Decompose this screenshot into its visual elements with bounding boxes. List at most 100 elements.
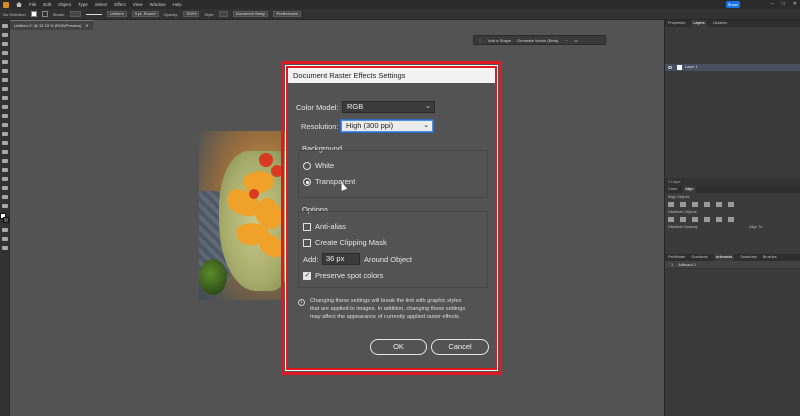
anti-alias-label[interactable]: Anti-alias [315,222,346,231]
clipping-mask-checkbox[interactable] [303,239,311,247]
menu-effect[interactable]: Effect [114,0,125,9]
tab-color[interactable]: Color [668,186,677,193]
distribute-vcenter-icon[interactable] [680,217,686,222]
eyedropper-tool-icon[interactable] [1,168,8,172]
width-tool-icon[interactable] [1,141,8,145]
paintbrush-tool-icon[interactable] [1,96,8,100]
drag-handle-icon[interactable]: ⋮ [478,38,482,43]
cancel-button[interactable]: Cancel [431,339,489,355]
align-left-icon[interactable] [668,202,674,207]
minimize-icon[interactable]: – [771,0,774,9]
blend-tool-icon[interactable] [1,177,8,181]
close-tab-icon[interactable]: ✕ [85,21,88,30]
edit-toolbar-icon[interactable] [1,246,8,250]
chevron-down-icon: ⌄ [423,122,429,129]
tab-gradients[interactable]: Gradients [691,254,707,261]
pin-icon[interactable]: ▭ [574,38,578,43]
add-shape-button[interactable]: Add a Shape [488,38,511,43]
home-icon[interactable] [16,2,22,7]
align-vcenter-icon[interactable] [716,202,722,207]
stroke-icon[interactable] [3,217,9,223]
zoom-tool-icon[interactable] [1,204,8,208]
hand-tool-icon[interactable] [1,195,8,199]
screen-mode-icon[interactable] [1,237,8,241]
tab-swatches[interactable]: Swatches [740,254,756,261]
distribute-bottom-icon[interactable] [692,217,698,222]
stroke-weight-field[interactable] [70,11,81,17]
transparent-radio[interactable] [303,178,311,186]
preserve-spot-label[interactable]: Preserve spot colors [315,271,383,280]
tab-align[interactable]: Align [683,186,696,193]
close-icon[interactable]: ✕ [793,0,797,9]
distribute-right-icon[interactable] [728,217,734,222]
direct-selection-tool-icon[interactable] [1,33,8,37]
align-hcenter-icon[interactable] [680,202,686,207]
shape-builder-tool-icon[interactable] [1,159,8,163]
ok-button[interactable]: OK [370,339,427,355]
artwork-image[interactable] [199,131,293,300]
pen-tool-icon[interactable] [1,51,8,55]
scale-tool-icon[interactable] [1,132,8,136]
draw-mode-icon[interactable] [1,228,8,232]
curvature-tool-icon[interactable] [1,60,8,64]
menu-file[interactable]: File [29,0,36,9]
shaper-tool-icon[interactable] [1,105,8,109]
selection-tool-icon[interactable] [1,24,8,28]
variable-width-preview[interactable] [85,13,102,15]
line-tool-icon[interactable] [1,78,8,82]
menu-type[interactable]: Type [78,0,88,9]
menu-edit[interactable]: Edit [43,0,51,9]
distribute-top-icon[interactable] [668,217,674,222]
anti-alias-checkbox[interactable] [303,223,311,231]
menu-select[interactable]: Select [95,0,108,9]
document-setup-button[interactable]: Document Setup [232,11,269,17]
brush-select[interactable]: Uniform [106,11,127,17]
free-transform-tool-icon[interactable] [1,150,8,154]
more-options-icon[interactable]: ⋯ [564,38,568,43]
tab-properties[interactable]: Properties [668,20,685,27]
artboard-row[interactable]: 1 Artboard 1 [665,261,800,269]
info-line-1: Changing these settings will break the l… [310,298,462,304]
rectangle-tool-icon[interactable] [1,87,8,91]
style-select[interactable] [219,11,228,17]
menu-help[interactable]: Help [172,0,181,9]
add-amount-input[interactable]: 36 px [322,253,360,265]
type-tool-icon[interactable] [1,69,8,73]
menu-window[interactable]: Window [149,0,165,9]
tab-libraries[interactable]: Libraries [713,20,728,27]
align-top-icon[interactable] [704,202,710,207]
fill-stroke-control[interactable] [0,213,9,223]
maximize-icon[interactable]: □ [782,0,785,9]
document-tab[interactable]: Untitled-1* @ 33.33 % (RGB/Preview) ✕ [10,20,93,30]
tab-pathfinder[interactable]: Pathfinder [668,254,685,261]
menu-object[interactable]: Object [58,0,71,9]
resolution-select[interactable]: High (300 ppi) ⌄ [341,120,433,132]
opacity-field[interactable]: 100% [183,11,200,17]
align-right-icon[interactable] [692,202,698,207]
brush-size-select[interactable]: 5 pt. Round [131,11,159,17]
tab-brushes[interactable]: Brushes [763,254,777,261]
menu-view[interactable]: View [133,0,143,9]
tab-artboards[interactable]: Artboards [713,254,735,261]
generate-vector-button[interactable]: Generate Vector (Beta) [517,38,558,43]
distribute-hcenter-icon[interactable] [716,217,722,222]
tab-layers[interactable]: Layers [691,20,707,27]
white-radio[interactable] [303,162,311,170]
rotate-tool-icon[interactable] [1,123,8,127]
align-bottom-icon[interactable] [728,202,734,207]
stroke-swatch[interactable] [41,11,48,17]
color-model-select[interactable]: RGB ⌄ [342,101,435,113]
share-button[interactable]: Share [726,1,740,8]
artboard-tool-icon[interactable] [1,186,8,190]
preferences-button[interactable]: Preferences [273,11,302,17]
fill-swatch[interactable] [30,11,37,17]
eraser-tool-icon[interactable] [1,114,8,118]
transparent-radio-label[interactable]: Transparent [315,177,355,186]
distribute-left-icon[interactable] [704,217,710,222]
preserve-spot-checkbox[interactable] [303,271,311,280]
clipping-mask-label[interactable]: Create Clipping Mask [315,238,387,247]
layer-row[interactable]: Layer 1 [665,64,800,71]
visibility-eye-icon[interactable] [668,66,672,69]
white-radio-label[interactable]: White [315,161,334,170]
magic-wand-tool-icon[interactable] [1,42,8,46]
